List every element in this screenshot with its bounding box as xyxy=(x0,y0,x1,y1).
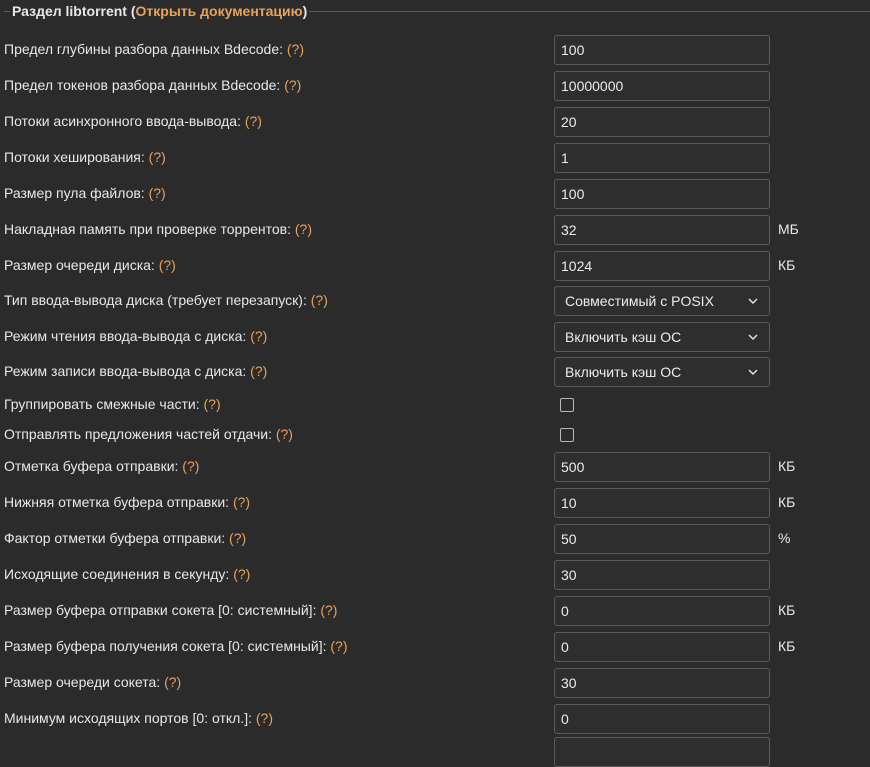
setting-input[interactable] xyxy=(554,143,770,173)
setting-label-text: Потоки асинхронного ввода-вывода: xyxy=(4,113,245,129)
setting-checkbox[interactable] xyxy=(560,428,574,442)
chevron-down-icon xyxy=(748,369,758,376)
unit-label: КБ xyxy=(778,638,796,654)
setting-input[interactable] xyxy=(554,596,770,626)
help-icon[interactable]: (?) xyxy=(256,710,273,726)
help-icon[interactable]: (?) xyxy=(284,77,301,93)
setting-label-text: Отметка буфера отправки: xyxy=(4,458,183,474)
setting-label-text: Фактор отметки буфера отправки: xyxy=(4,530,230,546)
select-value: Совместимый с POSIX xyxy=(565,293,714,309)
chevron-down-icon xyxy=(748,334,758,341)
setting-label: Фактор отметки буфера отправки: (?) xyxy=(4,530,246,546)
unit-label: МБ xyxy=(778,221,799,237)
unit-label: КБ xyxy=(778,494,796,510)
setting-input[interactable] xyxy=(554,632,770,662)
setting-checkbox[interactable] xyxy=(560,398,574,412)
help-icon[interactable]: (?) xyxy=(149,149,166,165)
setting-input[interactable] xyxy=(554,524,770,554)
setting-label-text: Накладная память при проверке торрентов: xyxy=(4,221,295,237)
help-icon[interactable]: (?) xyxy=(245,113,262,129)
unit-label: КБ xyxy=(778,602,796,618)
setting-input[interactable] xyxy=(554,488,770,518)
setting-input[interactable] xyxy=(554,107,770,137)
setting-input[interactable] xyxy=(554,668,770,698)
setting-label-text: Режим чтения ввода-вывода с диска: xyxy=(4,328,251,344)
help-icon[interactable]: (?) xyxy=(159,257,176,273)
setting-label-text: Отправлять предложения частей отдачи: xyxy=(4,426,276,442)
setting-label: Режим чтения ввода-вывода с диска: (?) xyxy=(4,328,267,344)
help-icon[interactable]: (?) xyxy=(233,566,250,582)
help-icon[interactable]: (?) xyxy=(182,458,199,474)
libtorrent-section: Раздел libtorrent (Открыть документацию)… xyxy=(0,0,870,767)
setting-label: Тип ввода-вывода диска (требует перезапу… xyxy=(4,292,328,308)
setting-label: Размер буфера получения сокета [0: систе… xyxy=(4,638,348,654)
setting-label-text: Размер очереди диска: xyxy=(4,257,159,273)
select-value: Включить кэш ОС xyxy=(565,364,682,380)
help-icon[interactable]: (?) xyxy=(287,41,304,57)
help-icon[interactable]: (?) xyxy=(320,602,337,618)
setting-label-text: Тип ввода-вывода диска (требует перезапу… xyxy=(4,292,311,308)
help-icon[interactable]: (?) xyxy=(250,363,267,379)
setting-input[interactable] xyxy=(554,704,770,734)
help-icon[interactable]: (?) xyxy=(149,185,166,201)
setting-label-text: Размер пула файлов: xyxy=(4,185,149,201)
setting-input[interactable] xyxy=(554,737,770,767)
setting-label-text: Группировать смежные части: xyxy=(4,396,204,412)
help-icon[interactable]: (?) xyxy=(204,396,221,412)
setting-label: Размер пула файлов: (?) xyxy=(4,185,166,201)
setting-label: Минимум исходящих портов [0: откл.]: (?) xyxy=(4,710,273,726)
setting-label-text: Размер буфера получения сокета [0: систе… xyxy=(4,638,331,654)
setting-select[interactable]: Совместимый с POSIX xyxy=(554,286,770,316)
help-icon[interactable]: (?) xyxy=(229,530,246,546)
setting-label: Нижняя отметка буфера отправки: (?) xyxy=(4,494,250,510)
help-icon[interactable]: (?) xyxy=(164,674,181,690)
setting-label-text: Размер буфера отправки сокета [0: систем… xyxy=(4,602,321,618)
help-icon[interactable]: (?) xyxy=(233,494,250,510)
setting-label: Предел токенов разбора данных Bdecode: (… xyxy=(4,77,301,93)
setting-label-text: Нижняя отметка буфера отправки: xyxy=(4,494,233,510)
setting-label: Отметка буфера отправки: (?) xyxy=(4,458,199,474)
setting-select[interactable]: Включить кэш ОС xyxy=(554,322,770,352)
setting-input[interactable] xyxy=(554,560,770,590)
unit-label: КБ xyxy=(778,257,796,273)
setting-label: Размер буфера отправки сокета [0: систем… xyxy=(4,602,337,618)
setting-label-text: Размер очереди сокета: xyxy=(4,674,165,690)
help-icon[interactable]: (?) xyxy=(250,328,267,344)
help-icon[interactable]: (?) xyxy=(311,292,328,308)
setting-input[interactable] xyxy=(554,452,770,482)
help-icon[interactable]: (?) xyxy=(295,221,312,237)
setting-input[interactable] xyxy=(554,251,770,281)
setting-label-text: Исходящие соединения в секунду: xyxy=(4,566,234,582)
setting-label: Потоки асинхронного ввода-вывода: (?) xyxy=(4,113,262,129)
setting-label: Накладная память при проверке торрентов:… xyxy=(4,221,312,237)
setting-label: Размер очереди диска: (?) xyxy=(4,257,176,273)
help-icon[interactable]: (?) xyxy=(330,638,347,654)
setting-label-text: Минимум исходящих портов [0: откл.]: xyxy=(4,710,256,726)
setting-label: Размер очереди сокета: (?) xyxy=(4,674,181,690)
setting-label: Предел глубины разбора данных Bdecode: (… xyxy=(4,41,304,57)
chevron-down-icon xyxy=(748,298,758,305)
setting-label-text: Потоки хеширования: xyxy=(4,149,149,165)
setting-label-text: Режим записи ввода-вывода с диска: xyxy=(4,363,251,379)
section-title: Раздел libtorrent xyxy=(12,3,127,19)
select-value: Включить кэш ОС xyxy=(565,329,682,345)
setting-label: Исходящие соединения в секунду: (?) xyxy=(4,566,250,582)
unit-label: % xyxy=(778,530,791,546)
unit-label: КБ xyxy=(778,458,796,474)
setting-label: Отправлять предложения частей отдачи: (?… xyxy=(4,426,293,442)
setting-input[interactable] xyxy=(554,35,770,65)
setting-label: Режим записи ввода-вывода с диска: (?) xyxy=(4,363,267,379)
setting-label: Потоки хеширования: (?) xyxy=(4,149,166,165)
open-documentation-link[interactable]: Открыть документацию xyxy=(136,3,303,19)
setting-input[interactable] xyxy=(554,215,770,245)
setting-input[interactable] xyxy=(554,71,770,101)
help-icon[interactable]: (?) xyxy=(276,426,293,442)
section-legend: Раздел libtorrent (Открыть документацию) xyxy=(10,3,310,19)
setting-select[interactable]: Включить кэш ОС xyxy=(554,357,770,387)
setting-label-text: Предел токенов разбора данных Bdecode: xyxy=(4,77,285,93)
setting-input[interactable] xyxy=(554,179,770,209)
setting-label-text: Предел глубины разбора данных Bdecode: xyxy=(4,41,287,57)
setting-label: Группировать смежные части: (?) xyxy=(4,396,221,412)
